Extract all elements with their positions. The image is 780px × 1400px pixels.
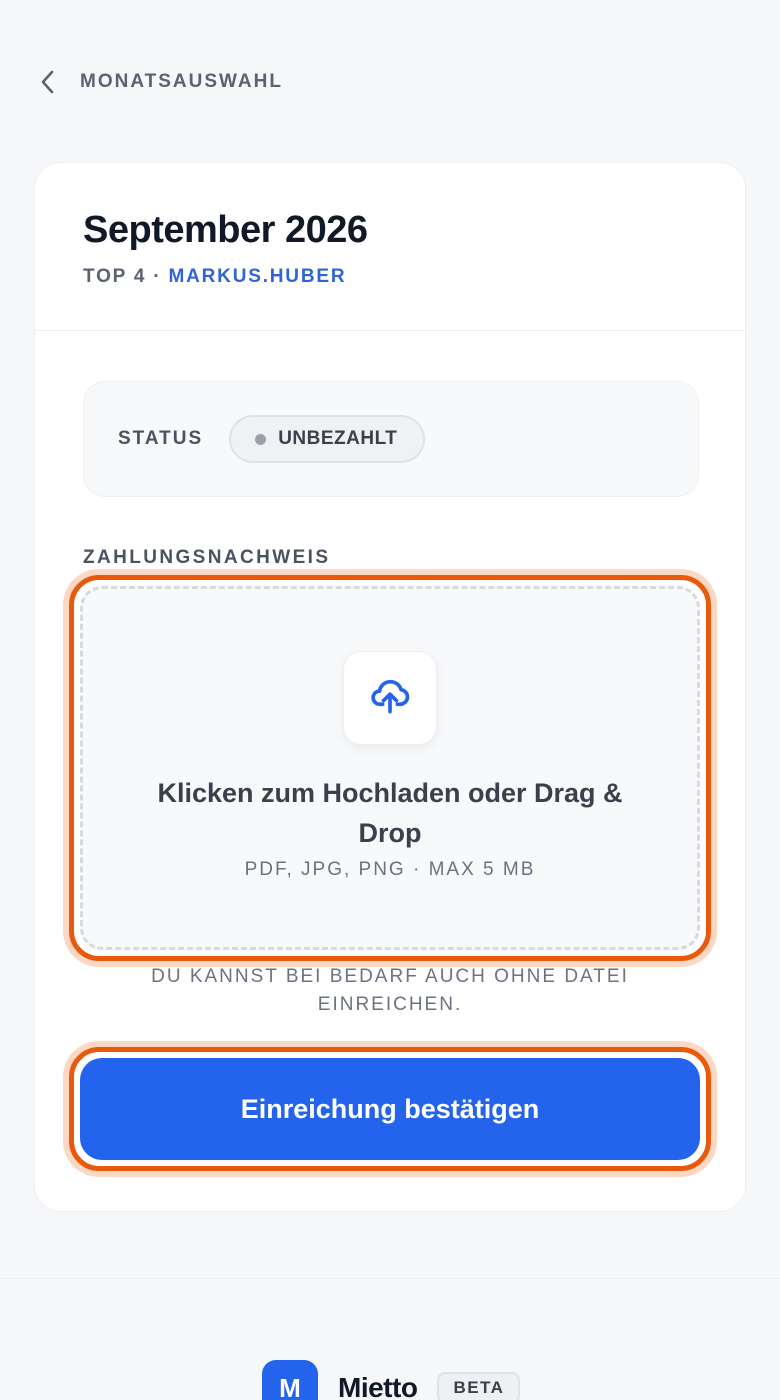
app-logo: M bbox=[262, 1360, 318, 1400]
brand-name: Mietto bbox=[338, 1372, 418, 1400]
chevron-left-icon bbox=[36, 66, 58, 98]
upload-dropzone[interactable]: Klicken zum Hochladen oder Drag & Drop P… bbox=[80, 586, 700, 950]
card-header: September 2026 TOP 4 · MARKUS.HUBER bbox=[35, 163, 745, 331]
beta-badge: BETA bbox=[437, 1372, 521, 1400]
status-value: UNBEZAHLT bbox=[278, 428, 398, 449]
user-name: MARKUS.HUBER bbox=[168, 266, 347, 287]
upload-icon-tile bbox=[343, 651, 437, 745]
page-title: September 2026 bbox=[83, 209, 368, 251]
submit-button-highlight: Einreichung bestätigen bbox=[69, 1047, 711, 1171]
upload-section-label: ZAHLUNGSNACHWEIS bbox=[83, 547, 331, 568]
upload-hint: DU KANNST BEI BEDARF AUCH OHNE DATEI EIN… bbox=[151, 966, 629, 1015]
footer-divider bbox=[0, 1278, 780, 1279]
cloud-upload-icon bbox=[368, 674, 412, 723]
back-link-label: MONATSAUSWAHL bbox=[80, 71, 283, 92]
upload-file-types: PDF, JPG, PNG · MAX 5 MB bbox=[244, 859, 536, 880]
status-dot bbox=[255, 433, 267, 445]
status-badge: UNBEZAHLT bbox=[229, 415, 426, 463]
unit-label: TOP 4 · bbox=[83, 266, 169, 287]
upload-dropzone-highlight[interactable]: Klicken zum Hochladen oder Drag & Drop P… bbox=[69, 575, 711, 961]
submit-button[interactable]: Einreichung bestätigen bbox=[80, 1058, 700, 1160]
status-label: STATUS bbox=[118, 428, 204, 449]
card-subtitle: TOP 4 · MARKUS.HUBER bbox=[83, 266, 745, 288]
submission-card: September 2026 TOP 4 · MARKUS.HUBER STAT… bbox=[34, 162, 746, 1212]
footer: M Mietto BETA bbox=[262, 1360, 521, 1400]
page: MONATSAUSWAHL September 2026 TOP 4 · MAR… bbox=[0, 0, 780, 1400]
back-link[interactable]: MONATSAUSWAHL bbox=[36, 66, 283, 98]
status-panel: STATUS UNBEZAHLT bbox=[83, 381, 699, 497]
upload-instruction: Klicken zum Hochladen oder Drag & Drop bbox=[157, 778, 623, 848]
